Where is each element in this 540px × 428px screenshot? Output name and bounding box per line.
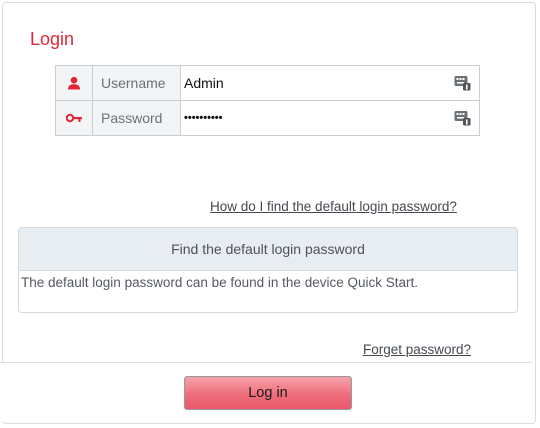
password-field[interactable]: •••••••••• xyxy=(181,101,479,135)
user-icon xyxy=(56,66,93,100)
key-icon xyxy=(56,101,93,135)
keyboard-icon[interactable] xyxy=(454,75,471,91)
login-button[interactable]: Log in xyxy=(184,376,352,410)
username-value: Admin xyxy=(184,75,224,91)
default-password-panel: Find the default login password The defa… xyxy=(18,227,518,313)
username-row: Username Admin xyxy=(56,66,479,100)
credentials-form: Username Admin Password •••••••••• xyxy=(55,65,480,136)
password-label: Password xyxy=(93,101,181,135)
dialog-title: Login xyxy=(30,29,75,49)
password-row: Password •••••••••• xyxy=(56,100,479,135)
forget-password-link[interactable]: Forget password? xyxy=(363,342,471,357)
password-value: •••••••••• xyxy=(184,112,223,124)
username-field[interactable]: Admin xyxy=(181,66,479,100)
default-password-header[interactable]: Find the default login password xyxy=(19,228,517,271)
username-label: Username xyxy=(93,66,181,100)
default-password-text: The default login password can be found … xyxy=(21,275,418,290)
keyboard-icon[interactable] xyxy=(454,110,471,126)
find-default-password-link[interactable]: How do I find the default login password… xyxy=(210,199,457,214)
